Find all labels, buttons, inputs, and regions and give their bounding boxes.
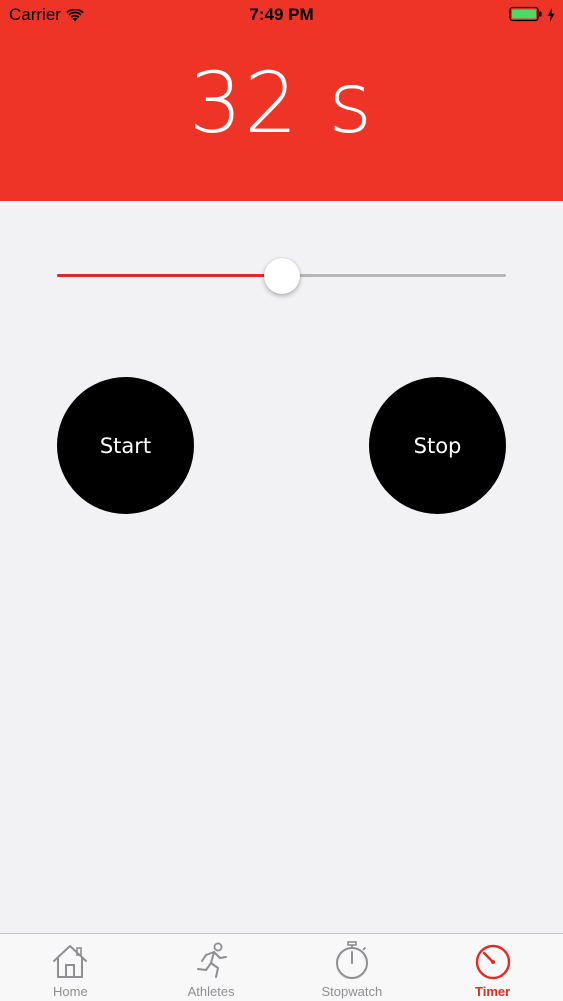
tab-home-label: Home: [53, 984, 88, 999]
tab-timer-label: Timer: [475, 984, 511, 999]
tab-athletes[interactable]: Athletes: [141, 934, 282, 1001]
tab-bar: Home Athletes Stopwatch Timer: [0, 933, 563, 1001]
tab-home[interactable]: Home: [0, 934, 141, 1001]
tab-stopwatch[interactable]: Stopwatch: [282, 934, 423, 1001]
status-time: 7:49 PM: [249, 5, 314, 24]
home-icon: [51, 940, 89, 982]
stop-button[interactable]: Stop: [369, 377, 506, 514]
timer-readout: 32 s: [188, 54, 375, 152]
status-bar: Carrier 7:49 PM: [0, 0, 563, 30]
start-button[interactable]: Start: [57, 377, 194, 514]
runner-icon: [191, 940, 231, 982]
stopwatch-icon: [333, 940, 371, 982]
timer-header: 32 s: [0, 30, 563, 201]
slider-fill: [57, 274, 282, 277]
charging-bolt-icon: [547, 7, 555, 27]
duration-slider[interactable]: [57, 258, 506, 294]
battery-indicator: [509, 6, 555, 27]
timer-icon: [473, 940, 513, 982]
battery-icon: [509, 6, 543, 27]
tab-athletes-label: Athletes: [187, 984, 235, 999]
tab-stopwatch-label: Stopwatch: [321, 984, 383, 999]
tab-timer[interactable]: Timer: [422, 934, 563, 1001]
slider-thumb[interactable]: [264, 258, 300, 294]
